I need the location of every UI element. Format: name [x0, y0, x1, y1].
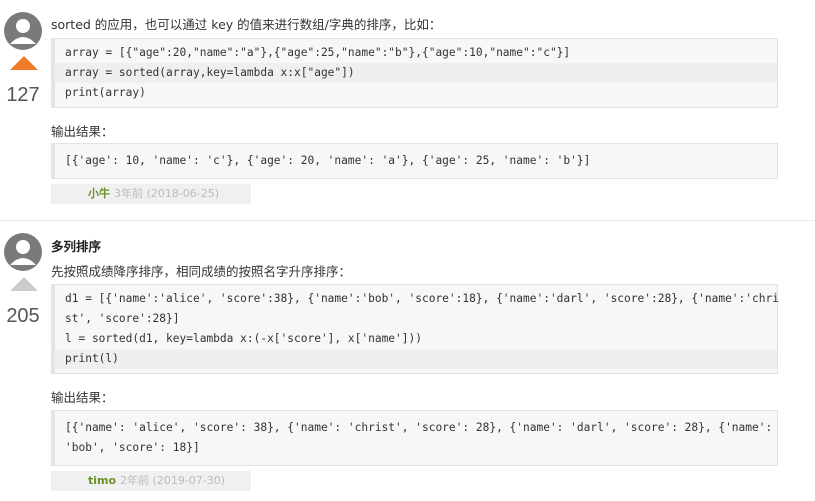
- answer-heading: 多列排序: [51, 239, 102, 254]
- upvote-arrow-icon[interactable]: [10, 56, 38, 70]
- code-line: st', 'score':28}]: [65, 312, 180, 325]
- answer-intro: sorted 的应用，也可以通过 key 的值来进行数组/字典的排序，比如：: [51, 17, 442, 32]
- post-date: 2年前 (2019-07-30): [120, 474, 226, 487]
- author-link[interactable]: timo: [88, 474, 116, 487]
- answer-intro: 先按照成绩降序排序，相同成绩的按照名字升序排序：: [51, 264, 352, 279]
- avatar-icon[interactable]: [4, 12, 42, 50]
- output-label: 输出结果：: [51, 124, 114, 139]
- avatar-icon[interactable]: [4, 233, 42, 271]
- upvote-arrow-icon[interactable]: [10, 277, 38, 291]
- answer-signature: timo 2年前 (2019-07-30): [51, 471, 251, 491]
- code-line: print(array): [65, 86, 146, 99]
- code-line: array = sorted(array,key=lambda x:x["age…: [55, 63, 777, 83]
- output-block: [{'age': 10, 'name': 'c'}, {'age': 20, '…: [51, 143, 778, 179]
- code-block: d1 = [{'name':'alice', 'score':38}, {'na…: [51, 284, 779, 374]
- code-line: print(l): [55, 349, 777, 369]
- code-line: array = [{"age":20,"name":"a"},{"age":25…: [65, 46, 571, 59]
- code-block: array = [{"age":20,"name":"a"},{"age":25…: [51, 38, 778, 108]
- output-line: 'bob', 'score': 18}]: [65, 441, 200, 454]
- output-block: [{'name': 'alice', 'score': 38}, {'name'…: [51, 410, 778, 466]
- output-line: [{'name': 'alice', 'score': 38}, {'name'…: [65, 421, 773, 434]
- answer-signature: 小牛 3年前 (2018-06-25): [51, 184, 251, 204]
- output-line: [{'age': 10, 'name': 'c'}, {'age': 20, '…: [65, 154, 591, 167]
- vote-count: 127: [6, 84, 40, 106]
- code-line: l = sorted(d1, key=lambda x:(-x['score']…: [65, 332, 422, 345]
- post-date: 3年前 (2018-06-25): [114, 187, 220, 200]
- answer-divider: [0, 220, 815, 221]
- code-line: d1 = [{'name':'alice', 'score':38}, {'na…: [65, 292, 779, 305]
- author-link[interactable]: 小牛: [88, 187, 110, 200]
- vote-count: 205: [6, 305, 40, 327]
- output-label: 输出结果：: [51, 390, 114, 405]
